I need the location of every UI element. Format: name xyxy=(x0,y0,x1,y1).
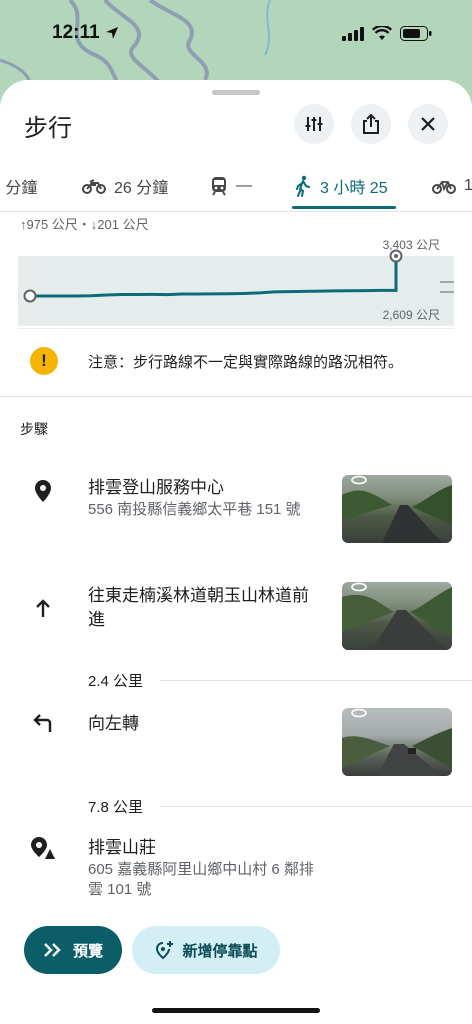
add-location-icon xyxy=(156,941,174,960)
train-icon xyxy=(212,177,226,196)
status-bar: 12:11 xyxy=(0,0,472,70)
street-view-thumbnail[interactable] xyxy=(342,582,452,650)
elevation-chart[interactable]: 3,403 公尺 2,609 公尺 xyxy=(18,234,454,330)
elevation-min-label: 2,609 公尺 xyxy=(382,308,440,322)
add-stop-button[interactable]: 新增停靠點 xyxy=(132,926,280,974)
step-subtitle: 556 南投縣信義鄉太平巷 151 號 xyxy=(88,501,301,518)
tab-transit-label: — xyxy=(236,177,252,194)
preview-button[interactable]: 預覽 xyxy=(24,926,122,974)
walk-icon xyxy=(296,175,310,197)
step-title[interactable]: 往東走楠溪林道朝玉山林道前進 xyxy=(88,584,323,632)
tab-transit[interactable]: — xyxy=(210,160,252,212)
distance-divider xyxy=(160,806,472,807)
steps-heading: 步驟 xyxy=(20,421,48,437)
filter-options-button[interactable] xyxy=(294,104,334,144)
share-button[interactable] xyxy=(351,104,391,144)
sheet-title: 步行 xyxy=(24,115,72,142)
step-title[interactable]: 排雲登山服務中心 xyxy=(88,476,323,500)
walking-notice: ! 注意：步行路線不一定與實際路線的路況相符。 xyxy=(0,336,472,384)
double-chevron-right-icon xyxy=(44,943,61,957)
close-icon xyxy=(421,117,435,131)
street-view-thumbnail[interactable] xyxy=(342,475,452,543)
360-view-icon xyxy=(351,475,367,485)
step-title[interactable]: 向左轉 xyxy=(88,712,323,736)
directions-sheet: 步行 6 分鐘 26 分鐘 xyxy=(0,80,472,1024)
location-arrow-icon xyxy=(105,27,118,39)
distance-divider xyxy=(160,680,472,681)
divider xyxy=(18,328,454,329)
section-separator xyxy=(0,396,472,397)
tab-walk[interactable]: 3 小時 25 xyxy=(294,160,388,212)
tab-active-indicator xyxy=(292,206,396,209)
battery-icon xyxy=(400,26,432,41)
location-pin-icon xyxy=(30,478,56,504)
close-button[interactable] xyxy=(408,104,448,144)
bicycle-icon xyxy=(432,181,456,194)
home-indicator[interactable] xyxy=(152,1008,320,1013)
step-title[interactable]: 排雲山莊 xyxy=(88,836,323,860)
tab-motorcycle-label: 26 分鐘 xyxy=(114,180,169,197)
360-view-icon xyxy=(351,708,367,718)
preview-button-label: 預覽 xyxy=(72,942,103,960)
cellular-signal-icon xyxy=(342,26,364,41)
arrow-up-icon xyxy=(30,596,56,622)
bottom-action-bar: 預覽 新增停靠點 xyxy=(0,904,472,1024)
wifi-icon xyxy=(372,26,392,40)
tab-car[interactable]: 6 分鐘 xyxy=(0,160,37,212)
end-point-dot xyxy=(394,254,398,258)
tab-bike[interactable]: 1 xyxy=(432,160,472,212)
tune-icon xyxy=(305,117,323,131)
motorcycle-icon xyxy=(82,179,106,194)
tab-walk-label: 3 小時 25 xyxy=(320,180,388,197)
destination-flag-icon xyxy=(30,836,56,862)
tab-bike-label: 1 xyxy=(464,177,472,194)
status-time: 12:11 xyxy=(52,22,120,44)
tab-car-label: 6 分鐘 xyxy=(0,180,38,197)
tab-motorcycle[interactable]: 26 分鐘 xyxy=(82,160,168,212)
elevation-stats: ↑975 公尺・↓201 公尺 xyxy=(20,217,149,232)
add-stop-button-label: 新增停靠點 xyxy=(182,942,258,960)
warning-icon: ! xyxy=(30,347,58,375)
start-point-marker xyxy=(23,289,37,303)
share-icon xyxy=(363,113,379,134)
step-subtitle: 605 嘉義縣阿里山鄉中山村 6 鄰排雲 101 號 xyxy=(88,861,314,898)
sheet-grabber[interactable] xyxy=(212,90,260,95)
travel-mode-tabs: 6 分鐘 26 分鐘 — 3 小時 25 xyxy=(0,160,472,212)
turn-left-icon xyxy=(30,710,56,736)
step-distance: 2.4 公里 xyxy=(88,673,144,690)
step-distance: 7.8 公里 xyxy=(88,799,144,816)
elevation-max-label: 3,403 公尺 xyxy=(382,238,440,252)
clock-text: 12:11 xyxy=(52,22,100,43)
street-view-thumbnail[interactable] xyxy=(342,708,452,776)
notice-text: 注意：步行路線不一定與實際路線的路況相符。 xyxy=(88,354,404,371)
status-icons xyxy=(342,26,432,41)
360-view-icon xyxy=(351,582,367,592)
